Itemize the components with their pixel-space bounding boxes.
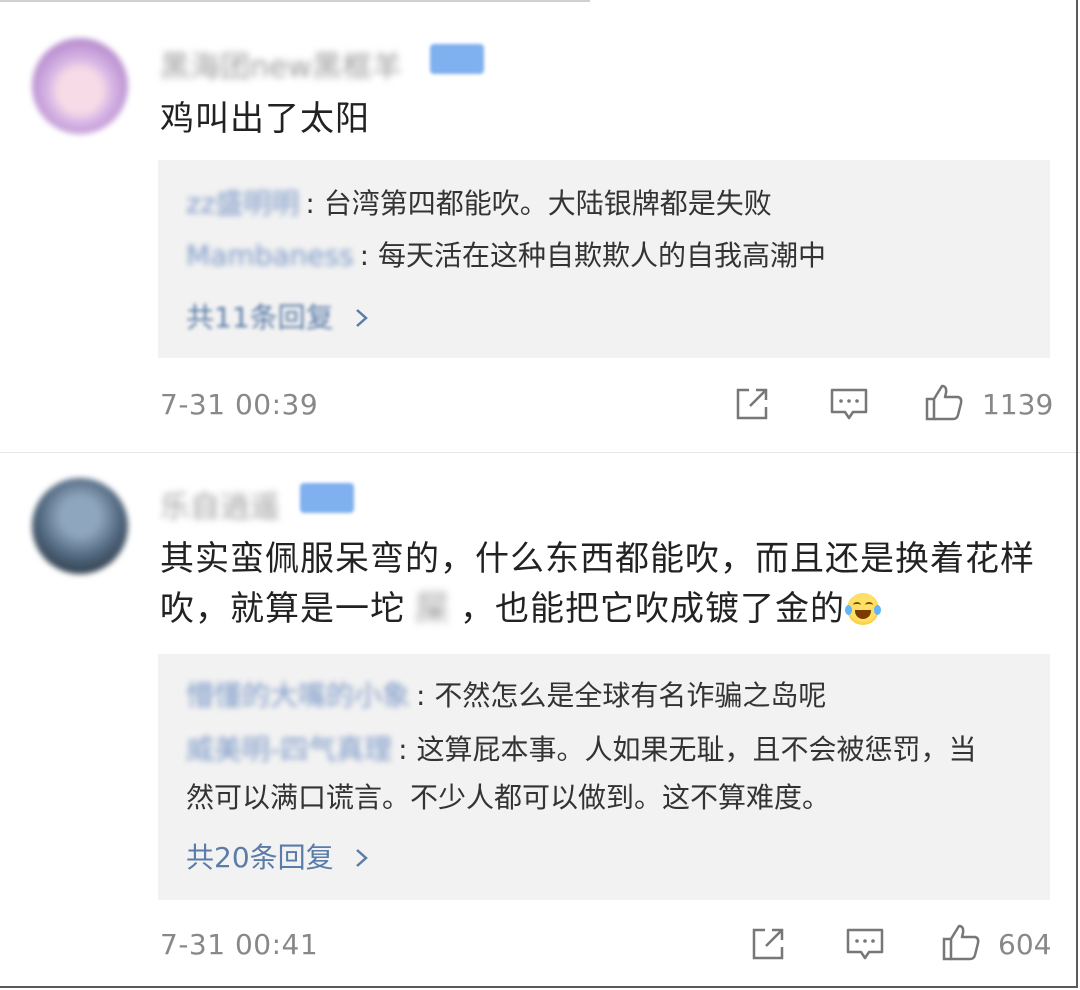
screenshot-frame <box>0 0 1078 988</box>
